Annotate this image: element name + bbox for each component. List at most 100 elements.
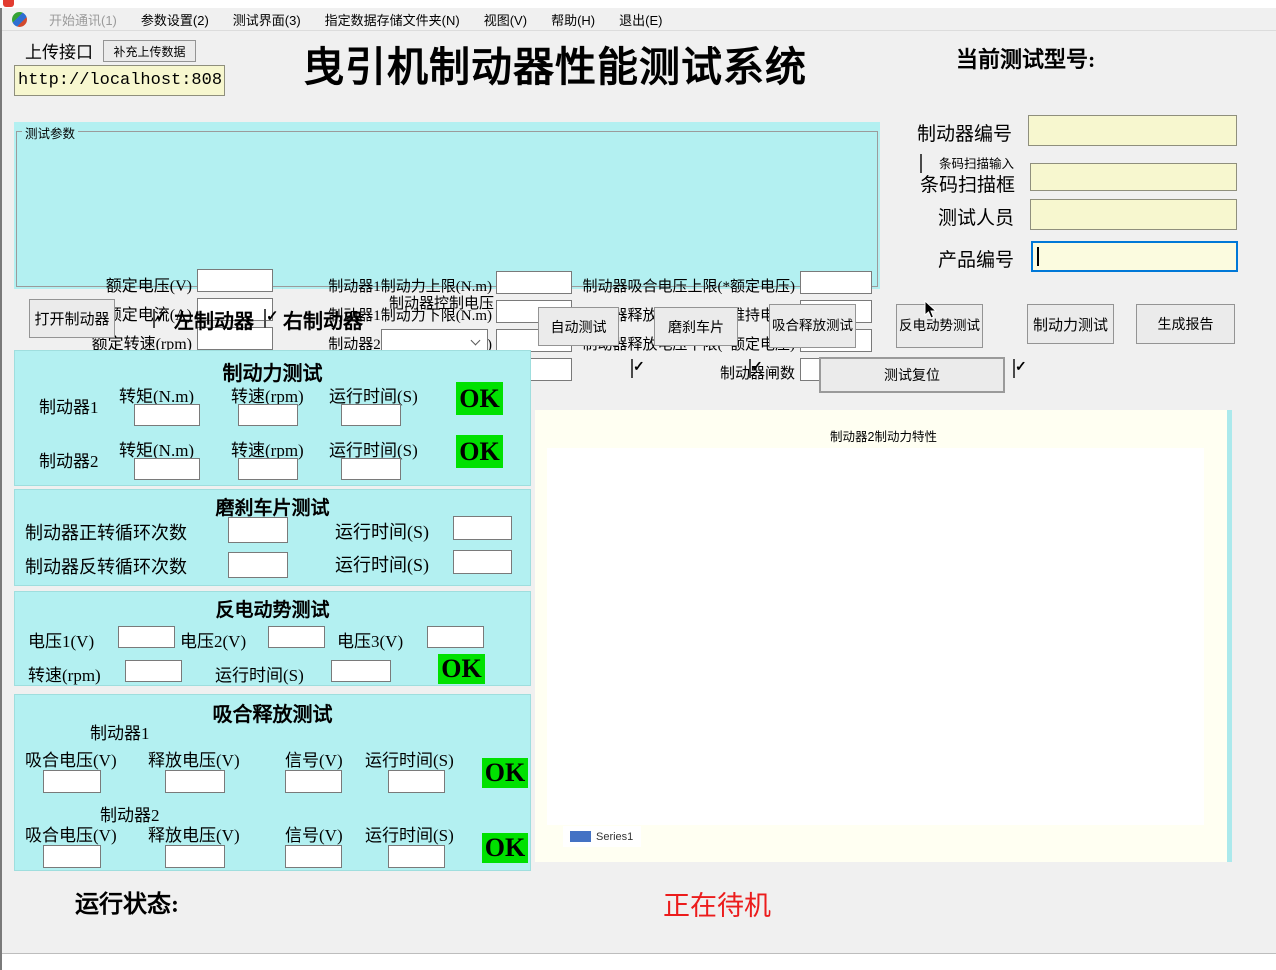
release-voltage-label-1: 释放电压(V) (148, 746, 240, 771)
brake1-row-label: 制动器1 (39, 393, 99, 418)
pad-wear-panel: 磨刹车片测试 制动器正转循环次数 运行时间(S) 制动器反转循环次数 运行时间(… (14, 489, 531, 586)
right-brake-label: 右制动器 (283, 305, 363, 334)
test-params-group: 测试参数 额定电压(V) 额定电流(A) 额定转速(rpm) 反电动势电压上限(… (14, 122, 880, 289)
back-emf-checkbox[interactable] (1013, 359, 1015, 378)
back-emf-test-button[interactable]: 反电动势测试 (896, 304, 983, 348)
pick-voltage-input-1[interactable] (43, 770, 101, 793)
release-voltage-input-1[interactable] (165, 770, 225, 793)
reverse-cycles-label: 制动器反转循环次数 (25, 553, 187, 579)
app-icon (3, 0, 14, 7)
status-value: 正在待机 (663, 884, 771, 923)
test-reset-button[interactable]: 测试复位 (819, 357, 1005, 393)
supplement-upload-button[interactable]: 补充上传数据 (103, 40, 196, 62)
product-id-input[interactable] (1031, 241, 1238, 272)
pick-voltage-input-2[interactable] (43, 845, 101, 868)
forward-time-input[interactable] (453, 516, 512, 540)
brake-id-label: 制动器编号 (917, 119, 1012, 146)
pad-wear-checkbox[interactable] (749, 359, 751, 378)
brake-id-input[interactable] (1028, 115, 1237, 146)
comm-globe-icon (12, 12, 27, 27)
back-emf-panel-title: 反电动势测试 (15, 595, 530, 622)
brake1-speed-input[interactable] (238, 404, 298, 426)
rated-voltage-input[interactable] (197, 269, 273, 292)
left-brake-checkbox[interactable] (153, 309, 155, 328)
reverse-cycles-input[interactable] (228, 552, 288, 578)
current-model-label: 当前测试型号: (956, 42, 1095, 74)
generate-report-button[interactable]: 生成报告 (1136, 304, 1235, 344)
chart-title: 制动器2制动力特性 (535, 426, 1232, 445)
menu-item-data-folder[interactable]: 指定数据存储文件夹(N) (313, 8, 472, 31)
chevron-down-icon (471, 336, 481, 346)
pick-voltage-label-1: 吸合电压(V) (25, 746, 117, 771)
reverse-time-input[interactable] (453, 550, 512, 574)
forward-cycles-label: 制动器正转循环次数 (25, 519, 187, 545)
pr-ok-badge-1: OK (482, 758, 528, 788)
emf-time-input[interactable] (331, 660, 391, 682)
pad-wear-button[interactable]: 磨刹车片 (654, 307, 738, 346)
pr-time-input-2[interactable] (388, 845, 445, 868)
control-voltage-dropdown[interactable] (381, 329, 488, 352)
pr-ok-badge-2: OK (482, 833, 528, 863)
menu-item-param-settings[interactable]: 参数设置(2) (129, 8, 221, 31)
voltage2-input[interactable] (268, 626, 325, 648)
tester-input[interactable] (1030, 199, 1237, 230)
brake-force-panel: 制动力测试 制动器1 转矩(N.m) 转速(rpm) 运行时间(S) OK 制动… (14, 350, 531, 486)
left-brake-label: 左制动器 (174, 305, 254, 334)
window-border (0, 8, 2, 970)
signal-label-2: 信号(V) (285, 821, 343, 846)
menu-item-help[interactable]: 帮助(H) (539, 8, 607, 31)
rated-voltage-label: 额定电压(V) (32, 272, 192, 296)
pr-brake1-label: 制动器1 (90, 719, 150, 744)
pr-time-label-2: 运行时间(S) (365, 821, 454, 846)
release-voltage-label-2: 释放电压(V) (148, 821, 240, 846)
control-voltage-label: 制动器控制电压 (389, 292, 494, 313)
brake2-ok-badge: OK (456, 435, 503, 468)
brake2-force-chart: 制动器2制动力特性 Series1 (535, 410, 1232, 862)
pickup-voltage-upper-input[interactable] (800, 271, 872, 294)
signal-input-2[interactable] (285, 845, 342, 868)
emf-speed-label: 转速(rpm) (28, 661, 101, 686)
menu-item-exit[interactable]: 退出(E) (607, 8, 674, 31)
brake2-speed-input[interactable] (238, 458, 298, 480)
forward-cycles-input[interactable] (228, 517, 288, 543)
reverse-time-label: 运行时间(S) (335, 551, 429, 577)
status-bar-strip (2, 953, 1276, 970)
right-brake-checkbox[interactable] (264, 309, 266, 328)
upload-url-input[interactable] (14, 65, 225, 96)
release-voltage-input-2[interactable] (165, 845, 225, 868)
voltage3-input[interactable] (427, 626, 484, 648)
menu-item-start-comm[interactable]: 开始通讯(1) (37, 8, 129, 31)
brake2-time-input[interactable] (341, 458, 401, 480)
pick-voltage-label-2: 吸合电压(V) (25, 821, 117, 846)
brake1-ok-badge: OK (456, 382, 503, 415)
open-brake-button[interactable]: 打开制动器 (29, 299, 115, 338)
pick-release-panel: 吸合释放测试 制动器1 吸合电压(V) 释放电压(V) 信号(V) 运行时间(S… (14, 694, 531, 871)
brake-force-test-button[interactable]: 制动力测试 (1027, 304, 1114, 344)
legend-label: Series1 (596, 831, 633, 843)
brake2-torque-input[interactable] (134, 458, 200, 480)
emf-ok-badge: OK (438, 654, 485, 684)
test-params-group-title: 测试参数 (22, 123, 78, 142)
signal-label-1: 信号(V) (285, 746, 343, 771)
menu-bar: 开始通讯(1) 参数设置(2) 测试界面(3) 指定数据存储文件夹(N) 视图(… (2, 8, 1276, 31)
back-emf-panel: 反电动势测试 电压1(V) 电压2(V) 电压3(V) 转速(rpm) 运行时间… (14, 591, 531, 686)
voltage1-label: 电压1(V) (28, 627, 94, 652)
emf-speed-input[interactable] (125, 660, 182, 682)
pr-time-input-1[interactable] (388, 770, 445, 793)
menu-item-test-screen[interactable]: 测试界面(3) (221, 8, 313, 31)
brake1-torque-input[interactable] (134, 404, 200, 426)
signal-input-1[interactable] (285, 770, 342, 793)
legend-swatch (570, 831, 591, 842)
pickup-voltage-upper-label: 制动器吸合电压上限(*额定电压) (580, 275, 795, 296)
voltage1-input[interactable] (118, 626, 175, 648)
auto-test-button[interactable]: 自动测试 (538, 307, 619, 346)
menu-item-view[interactable]: 视图(V) (472, 8, 539, 31)
auto-test-checkbox[interactable] (631, 359, 633, 378)
brake1-force-upper-input[interactable] (496, 271, 572, 294)
text-caret (1037, 247, 1039, 266)
barcode-box-input[interactable] (1030, 163, 1237, 191)
pick-release-test-button[interactable]: 吸合释放测试 (769, 304, 856, 348)
brake1-time-input[interactable] (341, 404, 401, 426)
product-id-label: 产品编号 (938, 245, 1014, 272)
page-title: 曳引机制动器性能测试系统 (250, 33, 860, 93)
